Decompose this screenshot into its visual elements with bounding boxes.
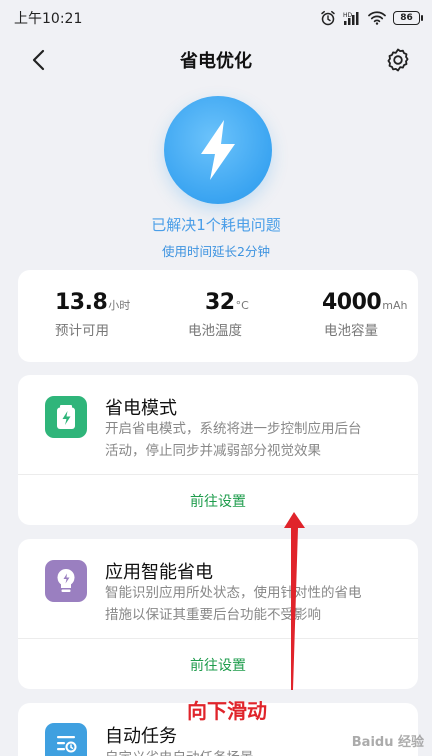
feature-title: 自动任务 bbox=[105, 726, 177, 747]
svg-text:HD: HD bbox=[343, 12, 353, 19]
feature-title: 应用智能省电 bbox=[105, 562, 213, 583]
feature-card-power-saving: 省电模式 开启省电模式，系统将进一步控制应用后台 活动，停止同步并减弱部分视觉效… bbox=[18, 375, 418, 525]
status-time: 上午10:21 bbox=[14, 11, 83, 27]
feature-desc-line: 活动，停止同步并减弱部分视觉效果 bbox=[105, 443, 321, 459]
stat-value: 13.8 bbox=[55, 290, 108, 315]
stat-battery-temperature: 32°C 电池温度 bbox=[188, 290, 249, 339]
divider bbox=[18, 638, 418, 639]
stat-unit: °C bbox=[235, 299, 249, 312]
baidu-watermark: Baidu 经验 bbox=[351, 735, 424, 750]
feature-description: 智能识别应用所处状态，使用针对性的省电 措施以保证其重要后台功能不受影响 bbox=[105, 582, 405, 626]
lightning-icon bbox=[201, 120, 235, 180]
alarm-icon bbox=[321, 10, 335, 26]
goto-settings-link[interactable]: 前往设置 bbox=[18, 655, 418, 675]
feature-desc-line: 措施以保证其重要后台功能不受影响 bbox=[105, 607, 321, 623]
stat-unit: mAh bbox=[382, 299, 408, 312]
stat-value: 4000 bbox=[322, 290, 382, 315]
stat-value: 32 bbox=[205, 290, 235, 315]
signal-icon: HD bbox=[343, 12, 359, 25]
stat-estimated-time: 13.8小时 预计可用 bbox=[55, 290, 130, 339]
divider bbox=[18, 474, 418, 475]
hero-title: 已解决1个耗电问题 bbox=[151, 216, 281, 234]
feature-description: 开启省电模式，系统将进一步控制应用后台 活动，停止同步并减弱部分视觉效果 bbox=[105, 418, 405, 462]
battery-status-circle bbox=[164, 96, 272, 204]
battery-indicator: 86 bbox=[393, 11, 423, 25]
chevron-left-icon bbox=[32, 49, 45, 71]
app-header: 省电优化 bbox=[0, 38, 432, 82]
feature-card-app-smart-saving: 应用智能省电 智能识别应用所处状态，使用针对性的省电 措施以保证其重要后台功能不… bbox=[18, 539, 418, 689]
status-icons: HD 86 bbox=[320, 10, 423, 26]
stat-label: 电池容量 bbox=[324, 323, 378, 339]
task-list-icon bbox=[45, 723, 87, 756]
settings-button[interactable] bbox=[384, 46, 412, 74]
feature-desc-line: 智能识别应用所处状态，使用针对性的省电 bbox=[105, 585, 362, 601]
stat-label: 电池温度 bbox=[188, 323, 242, 339]
goto-settings-link[interactable]: 前往设置 bbox=[18, 491, 418, 511]
stat-unit: 小时 bbox=[108, 299, 131, 312]
stat-label: 预计可用 bbox=[55, 323, 109, 339]
back-button[interactable] bbox=[26, 46, 54, 74]
battery-stats-card: 13.8小时 预计可用 32°C 电池温度 4000mAh 电池容量 bbox=[18, 270, 418, 362]
feature-title: 省电模式 bbox=[105, 398, 177, 419]
power-saving-icon bbox=[45, 396, 87, 438]
annotation-text: 向下滑动 bbox=[187, 699, 267, 723]
status-bar: 上午10:21 HD 86 bbox=[0, 0, 432, 36]
lightbulb-icon bbox=[45, 560, 87, 602]
gear-icon bbox=[387, 48, 409, 72]
page-title: 省电优化 bbox=[180, 51, 252, 72]
stat-battery-capacity: 4000mAh 电池容量 bbox=[322, 290, 407, 339]
hero-subtitle: 使用时间延长2分钟 bbox=[162, 244, 270, 259]
feature-desc-line: 开启省电模式，系统将进一步控制应用后台 bbox=[105, 421, 362, 437]
wifi-icon bbox=[368, 11, 386, 25]
